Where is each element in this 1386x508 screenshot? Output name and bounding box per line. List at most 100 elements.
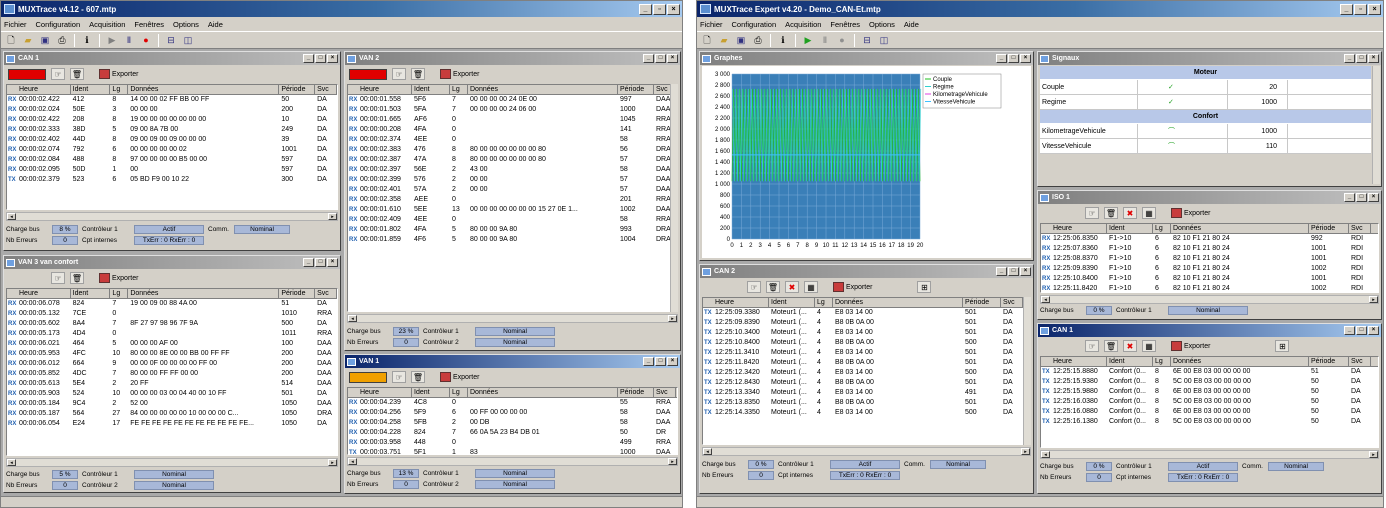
horizontal-scrollbar[interactable]: ◂ ▸ — [6, 212, 338, 221]
table-row[interactable]: TX 12:25:15.9380 Confort (0... 8 5C 00 E8 03… — [1041, 377, 1378, 387]
column-ident[interactable]: Ident — [412, 388, 450, 398]
table-row[interactable]: RX 00:00:02.084 488 8 97 00 00 00 00 B5 00 0… — [7, 155, 337, 165]
table-row[interactable]: RX 00:00:05.132 7CE 0 1010 RRA — [7, 309, 337, 319]
column-ident[interactable]: Ident — [412, 85, 450, 95]
new-icon[interactable]: 🗋 — [700, 34, 714, 47]
menu-acquisition[interactable]: Acquisition — [785, 20, 821, 29]
maximize-button[interactable]: □ — [655, 54, 666, 63]
close-button[interactable]: × — [667, 54, 678, 63]
table-row[interactable]: TX 12:25:12.3420 Moteur1 (... 4 E8 03 14 00 5… — [703, 368, 1030, 378]
table-row[interactable]: TX 00:00:03.751 5F1 1 83 1000 DAA — [348, 448, 677, 454]
close-button[interactable]: × — [327, 54, 338, 63]
filter-icon[interactable]: ☞ — [51, 272, 65, 284]
minimize-button[interactable]: _ — [643, 357, 654, 366]
new-icon[interactable]: 🗋 — [4, 34, 18, 47]
column-lg[interactable]: Lg — [110, 85, 129, 95]
restore-button[interactable]: ▫ — [653, 3, 666, 15]
table-row[interactable]: RX 00:00:05.613 5E4 2 20 FF 514 DAA — [7, 379, 337, 389]
table-row[interactable]: RX 00:00:02.402 44D 8 09 00 09 00 09 00 00 0… — [7, 135, 337, 145]
table-row[interactable]: RX 00:00:04.239 4C8 0 55 RRA — [348, 398, 677, 408]
table-row[interactable]: TX 12:25:11.8420 Moteur1 (... 4 B8 0B 0A 00 5… — [703, 358, 1030, 368]
menu-options[interactable]: Options — [173, 20, 199, 29]
horizontal-scrollbar[interactable]: ◂ ▸ — [702, 447, 1031, 456]
save-icon[interactable]: ▣ — [734, 34, 748, 47]
table-row[interactable]: RX 12:25:09.8390 F1->10 6 82 10 F1 21 80 24 1… — [1041, 264, 1378, 274]
table-row[interactable]: RX 00:00:06.078 824 7 19 00 09 00 88 4A 00 51… — [7, 299, 337, 309]
trash-icon[interactable]: 🗑 — [411, 68, 425, 80]
column-svc[interactable]: Svc — [1001, 298, 1023, 308]
column-ident[interactable]: Ident — [769, 298, 815, 308]
table-row[interactable]: RX 00:00:01.503 5FA 7 00 00 00 00 24 06 00 10… — [348, 105, 677, 115]
minimize-button[interactable]: _ — [1340, 3, 1353, 15]
table-row[interactable]: TX 12:25:16.1380 Confort (0... 8 5C 00 E8 03… — [1041, 417, 1378, 427]
table-row[interactable]: RX 00:00:04.258 5FB 2 00 DB 58 DAA — [348, 418, 677, 428]
menu-aide[interactable]: Aide — [904, 20, 919, 29]
column-periode[interactable]: Période — [279, 289, 316, 299]
export-button[interactable]: Exporter — [1171, 208, 1210, 218]
delete-icon[interactable]: ✖ — [1123, 340, 1137, 352]
vertical-scrollbar[interactable] — [1372, 66, 1380, 184]
menu-fichier[interactable]: Fichier — [700, 20, 723, 29]
horizontal-scrollbar[interactable]: ◂ ▸ — [6, 458, 338, 467]
maximize-button[interactable]: □ — [1356, 193, 1367, 202]
save-icon[interactable]: ▣ — [38, 34, 52, 47]
record-icon[interactable]: ● — [835, 34, 849, 47]
message-grid[interactable]: Heure Ident Lg Données Période Svc RX 00:… — [347, 84, 678, 312]
column-periode[interactable]: Période — [963, 298, 1001, 308]
message-grid[interactable]: Heure Ident Lg Données Période Svc RX 00:… — [6, 84, 338, 210]
export-button[interactable]: Exporter — [440, 69, 479, 79]
pause-icon[interactable]: Ⅱ — [818, 34, 832, 47]
maximize-button[interactable]: □ — [1008, 54, 1019, 63]
table-row[interactable]: RX 00:00:05.852 4DC 7 80 00 00 FF FF 00 00 20… — [7, 369, 337, 379]
close-button[interactable]: × — [667, 3, 680, 15]
table-row[interactable]: RX 00:00:02.383 476 8 80 00 00 00 00 00 00 8… — [348, 145, 677, 155]
close-button[interactable]: × — [1020, 54, 1031, 63]
table-row[interactable]: RX 00:00:02.358 AEE 0 201 RRA — [348, 195, 677, 205]
table-row[interactable]: RX 00:00:01.859 4F6 5 80 00 00 9A 80 1004 DRA — [348, 235, 677, 245]
trash-icon[interactable]: 🗑 — [766, 281, 780, 293]
export-button[interactable]: Exporter — [1171, 341, 1210, 351]
column-donnees[interactable]: Données — [1171, 357, 1309, 367]
table-row[interactable]: RX 00:00:02.095 50D 1 00 597 DA — [7, 165, 337, 175]
info-icon[interactable]: ℹ — [80, 34, 94, 47]
minimize-button[interactable]: _ — [996, 267, 1007, 276]
close-button[interactable]: × — [327, 258, 338, 267]
table-row[interactable]: RX 12:25:08.8370 F1->10 6 82 10 F1 21 80 24 1… — [1041, 254, 1378, 264]
menu-options[interactable]: Options — [869, 20, 895, 29]
table-row[interactable]: RX 12:25:11.8420 F1->10 6 82 10 F1 21 80 24 1… — [1041, 284, 1378, 292]
table-row[interactable]: RX 00:00:01.558 5F6 7 00 00 00 00 24 0E 00 99… — [348, 95, 677, 105]
column-lg[interactable]: Lg — [450, 388, 468, 398]
table-row[interactable]: RX 12:25:06.8350 F1->10 6 82 10 F1 21 80 24 9… — [1041, 234, 1378, 244]
signal-row[interactable]: VitesseVehicule ⌒ 110 — [1040, 139, 1371, 154]
tile-horizontal-icon[interactable]: ⊟ — [860, 34, 874, 47]
print-icon[interactable]: ⎙ — [55, 34, 69, 47]
column-lg[interactable]: Lg — [1153, 224, 1171, 234]
column-lg[interactable]: Lg — [110, 289, 129, 299]
column-donnees[interactable]: Données — [128, 85, 280, 95]
table-row[interactable]: RX 00:00:02.024 50E 3 00 00 00 200 DA — [7, 105, 337, 115]
trash-icon[interactable]: 🗑 — [70, 68, 84, 80]
open-icon[interactable]: ▰ — [21, 34, 35, 47]
maximize-button[interactable]: □ — [1356, 326, 1367, 335]
export-button[interactable]: Exporter — [833, 282, 872, 292]
column-ident[interactable]: Ident — [71, 85, 111, 95]
column-donnees[interactable]: Données — [833, 298, 963, 308]
minimize-button[interactable]: _ — [1344, 193, 1355, 202]
table-row[interactable]: TX 12:25:13.8350 Moteur1 (... 4 B8 0B 0A 00 5… — [703, 398, 1030, 408]
column-heure[interactable]: Heure — [1041, 357, 1107, 367]
maximize-button[interactable]: □ — [1356, 54, 1367, 63]
table-row[interactable]: TX 12:25:16.0380 Confort (0... 8 5C 00 E8 03… — [1041, 397, 1378, 407]
horizontal-scrollbar[interactable]: ◂ ▸ — [347, 457, 678, 466]
column-svc[interactable]: Svc — [654, 388, 676, 398]
signal-row[interactable]: Regime ✓ 1000 — [1040, 95, 1371, 110]
minimize-button[interactable]: _ — [303, 54, 314, 63]
table-row[interactable]: RX 00:00:05.184 9C4 2 52 00 1050 DAA — [7, 399, 337, 409]
minimize-button[interactable]: _ — [996, 54, 1007, 63]
column-donnees[interactable]: Données — [1171, 224, 1309, 234]
minimize-button[interactable]: _ — [1344, 326, 1355, 335]
minimize-button[interactable]: _ — [639, 3, 652, 15]
menu-fichier[interactable]: Fichier — [4, 20, 27, 29]
close-button[interactable]: × — [1368, 54, 1379, 63]
table-row[interactable]: RX 00:00:03.958 448 0 499 RRA — [348, 438, 677, 448]
table-row[interactable]: TX 12:25:10.3400 Moteur1 (... 4 E8 03 14 00 5… — [703, 328, 1030, 338]
